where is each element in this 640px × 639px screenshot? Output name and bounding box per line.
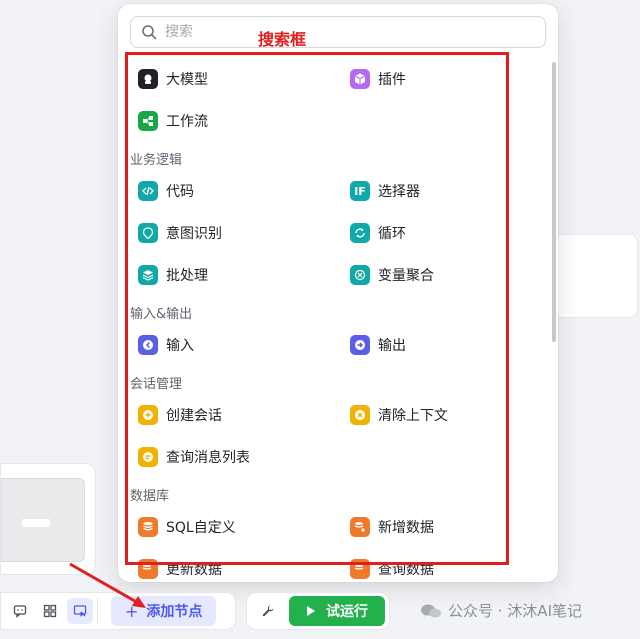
node-label: 创建会话 xyxy=(166,408,222,424)
node-item-selector[interactable]: IF 选择器 xyxy=(350,180,420,202)
plugin-cube-icon xyxy=(350,69,370,89)
section-title-logic: 业务逻辑 xyxy=(130,153,183,168)
node-item-output[interactable]: 输出 xyxy=(350,334,406,356)
node-label: 选择器 xyxy=(378,184,420,200)
workflow-icon xyxy=(138,111,158,131)
variable-merge-icon xyxy=(350,265,370,285)
query-data-icon xyxy=(350,559,370,579)
watermark-text: 公众号 · 沐沐AI笔记 xyxy=(448,602,582,620)
section-title-database: 数据库 xyxy=(130,489,170,504)
node-label: 工作流 xyxy=(166,114,208,130)
node-item-create-conversation[interactable]: 创建会话 xyxy=(138,404,222,426)
node-label: 变量聚合 xyxy=(378,268,434,284)
clear-context-icon xyxy=(350,405,370,425)
output-icon xyxy=(350,335,370,355)
node-item-clear-context[interactable]: 清除上下文 xyxy=(350,404,448,426)
section-title-io: 输入&输出 xyxy=(130,307,193,322)
play-icon xyxy=(307,606,315,616)
node-item-variable-merge[interactable]: 变量聚合 xyxy=(350,264,434,286)
node-item-add-data[interactable]: 新增数据 xyxy=(350,516,434,538)
node-label: 输出 xyxy=(378,338,406,354)
node-item-plugin[interactable]: 插件 xyxy=(350,68,406,90)
if-icon: IF xyxy=(350,181,370,201)
minimap-viewport[interactable] xyxy=(1,478,85,562)
plus-icon: + xyxy=(125,601,139,621)
wechat-icon xyxy=(421,604,441,617)
node-label: 插件 xyxy=(378,72,406,88)
sql-icon xyxy=(138,517,158,537)
node-item-batch[interactable]: 批处理 xyxy=(138,264,208,286)
node-label: 查询消息列表 xyxy=(166,450,250,466)
node-item-workflow[interactable]: 工作流 xyxy=(138,110,208,132)
node-label: 大模型 xyxy=(166,72,208,88)
node-label: 循环 xyxy=(378,226,406,242)
canvas-toolbar: + 添加节点 xyxy=(0,592,236,630)
node-label: 批处理 xyxy=(166,268,208,284)
node-label: 更新数据 xyxy=(166,562,222,578)
node-item-code[interactable]: 代码 xyxy=(138,180,194,202)
minimap-node xyxy=(22,519,50,527)
add-node-button[interactable]: + 添加节点 xyxy=(111,596,217,626)
test-run-button[interactable]: 试运行 xyxy=(289,596,385,626)
node-label: 代码 xyxy=(166,184,194,200)
add-node-panel: 搜索框 大模型 插件 工作流 业务逻辑 代码 xyxy=(118,4,558,582)
scrollbar[interactable] xyxy=(552,62,556,342)
node-label: SQL自定义 xyxy=(166,520,236,536)
minimap[interactable] xyxy=(0,463,96,575)
layout-grid-icon[interactable] xyxy=(37,598,63,624)
watermark: 公众号 · 沐沐AI笔记 xyxy=(420,600,582,621)
toolbar-divider xyxy=(97,598,103,624)
comment-icon[interactable] xyxy=(7,598,33,624)
node-label: 输入 xyxy=(166,338,194,354)
node-list: 大模型 插件 工作流 业务逻辑 代码 IF 选择器 意图识别 循环 批处理 变量… xyxy=(118,4,548,582)
node-item-llm[interactable]: 大模型 xyxy=(138,68,208,90)
node-item-query-data[interactable]: 查询数据 xyxy=(350,558,434,580)
batch-icon xyxy=(138,265,158,285)
run-toolbar: 试运行 xyxy=(246,592,390,630)
section-title-conversation: 会话管理 xyxy=(130,377,183,392)
pointer-mode-icon[interactable] xyxy=(67,598,93,624)
node-label: 新增数据 xyxy=(378,520,434,536)
node-item-message-list[interactable]: 查询消息列表 xyxy=(138,446,250,468)
update-data-icon xyxy=(138,559,158,579)
node-label: 清除上下文 xyxy=(378,408,448,424)
wrench-icon[interactable] xyxy=(255,598,281,624)
node-label: 查询数据 xyxy=(378,562,434,578)
llm-icon xyxy=(138,69,158,89)
node-item-input[interactable]: 输入 xyxy=(138,334,194,356)
create-conversation-icon xyxy=(138,405,158,425)
node-item-sql[interactable]: SQL自定义 xyxy=(138,516,236,538)
node-item-update-data[interactable]: 更新数据 xyxy=(138,558,222,580)
add-data-icon xyxy=(350,517,370,537)
loop-icon xyxy=(350,223,370,243)
node-item-intent[interactable]: 意图识别 xyxy=(138,222,222,244)
add-node-label: 添加节点 xyxy=(146,604,203,620)
input-icon xyxy=(138,335,158,355)
node-item-loop[interactable]: 循环 xyxy=(350,222,406,244)
message-list-icon xyxy=(138,447,158,467)
canvas-node-card[interactable] xyxy=(548,234,638,318)
node-label: 意图识别 xyxy=(166,226,222,242)
code-icon xyxy=(138,181,158,201)
intent-icon xyxy=(138,223,158,243)
run-label: 试运行 xyxy=(326,604,368,620)
